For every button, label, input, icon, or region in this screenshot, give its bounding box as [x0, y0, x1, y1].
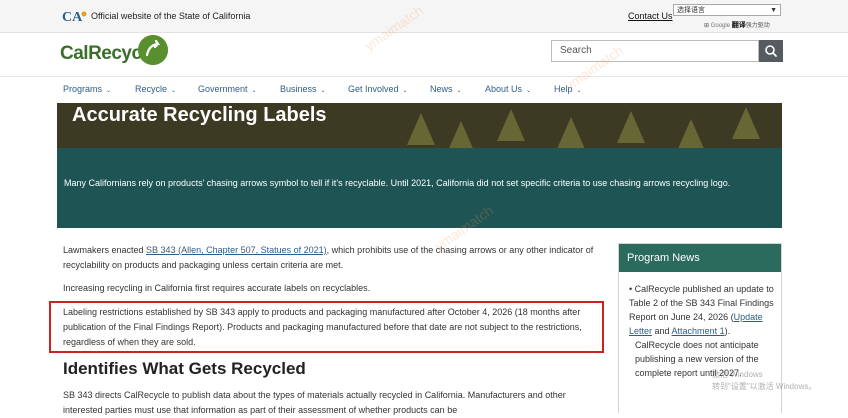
nav-item-recycle[interactable]: Recycle ⌄ [135, 84, 176, 94]
sb343-link[interactable]: SB 343 (Allen, Chapter 507, Statues of 2… [146, 245, 327, 255]
list-item: CalRecycle does not anticipate publishin… [635, 340, 759, 378]
chevron-down-icon: ⌄ [576, 88, 582, 94]
news-item-text: and [652, 326, 672, 336]
program-news-list: • CalRecycle published an update to Tabl… [629, 282, 777, 380]
chevron-down-icon: ⌄ [456, 88, 462, 94]
hero-tree-shape [447, 121, 475, 148]
powered-label: 强力驱动 [745, 23, 770, 29]
hero-tree-shape [407, 113, 435, 145]
g-icon: ⊞ [704, 23, 710, 29]
chevron-down-icon: ▼ [770, 7, 777, 14]
hero-tree-shape [732, 107, 760, 139]
attachment-1-link[interactable]: Attachment 1 [672, 326, 725, 336]
chevron-down-icon: ⌄ [251, 88, 257, 94]
nav-item-news[interactable]: News ⌄ [430, 84, 462, 94]
nav-item-label: About Us [485, 84, 523, 94]
list-item: • CalRecycle published an update to Tabl… [629, 284, 774, 336]
paragraph-sb343-directs: SB 343 directs CalRecycle to publish dat… [63, 390, 566, 415]
recycle-arrow-icon [138, 35, 168, 65]
google-label: Google [710, 23, 731, 29]
highlight-box [49, 301, 604, 353]
nav-item-label: Business [280, 84, 317, 94]
nav-item-about-us[interactable]: About Us ⌄ [485, 84, 531, 94]
hero-tree-shape [617, 111, 645, 143]
nav-item-label: News [430, 84, 453, 94]
main-nav: Programs ⌄ Recycle ⌄ Government ⌄ Business ⌄… [0, 76, 848, 103]
language-select-value: 选择语言 [677, 7, 705, 14]
section-heading: Identifies What Gets Recycled [63, 359, 306, 378]
nav-item-business[interactable]: Business ⌄ [280, 84, 326, 94]
hero-tree-shape [497, 109, 525, 141]
nav-item-help[interactable]: Help ⌄ [554, 84, 582, 94]
google-translate-credit: ⊞ Google 翻译强力驱动 [704, 20, 770, 30]
nav-item-label: Help [554, 84, 573, 94]
news-item-text: ). [724, 326, 731, 336]
chevron-down-icon: ⌄ [402, 88, 408, 94]
chevron-down-icon: ⌄ [171, 88, 177, 94]
paragraph-text: Lawmakers enacted [63, 245, 147, 255]
chevron-down-icon: ⌄ [106, 88, 112, 94]
nav-item-label: Recycle [135, 84, 168, 94]
search-input[interactable]: Search [551, 40, 759, 62]
nav-item-label: Government [198, 84, 248, 94]
contact-us-link[interactable]: Contact Us [628, 11, 673, 21]
page-title: Accurate Recycling Labels [72, 104, 327, 126]
nav-item-programs[interactable]: Programs ⌄ [63, 84, 111, 94]
translate-label: 翻译 [731, 22, 746, 29]
language-select[interactable]: 选择语言 ▼ [673, 4, 781, 16]
hero-tree-shape [557, 117, 585, 148]
paragraph-increasing: Increasing recycling in California first… [63, 283, 371, 293]
ca-state-logo-icon[interactable]: CA [62, 8, 88, 24]
nav-item-get-involved[interactable]: Get Involved ⌄ [348, 84, 408, 94]
chevron-down-icon: ⌄ [320, 88, 326, 94]
program-news-panel: Program News • CalRecycle published an u… [618, 243, 782, 413]
state-topbar: CA Official website of the State of Cali… [0, 0, 848, 33]
search-icon [765, 45, 777, 57]
program-news-heading: Program News [619, 244, 781, 272]
paragraph-lawmakers: Lawmakers enacted SB 343 (Allen, Chapter… [63, 243, 603, 273]
official-website-text: Official website of the State of Califor… [91, 11, 251, 21]
nav-item-government[interactable]: Government ⌄ [198, 84, 257, 94]
nav-item-label: Programs [63, 84, 103, 94]
hero-description: Many Californians rely on products’ chas… [64, 178, 731, 188]
chevron-down-icon: ⌄ [526, 88, 532, 94]
search-button[interactable] [759, 40, 783, 62]
nav-item-label: Get Involved [348, 84, 399, 94]
hero-tree-shape [677, 119, 705, 148]
svg-text:CA: CA [62, 10, 83, 24]
